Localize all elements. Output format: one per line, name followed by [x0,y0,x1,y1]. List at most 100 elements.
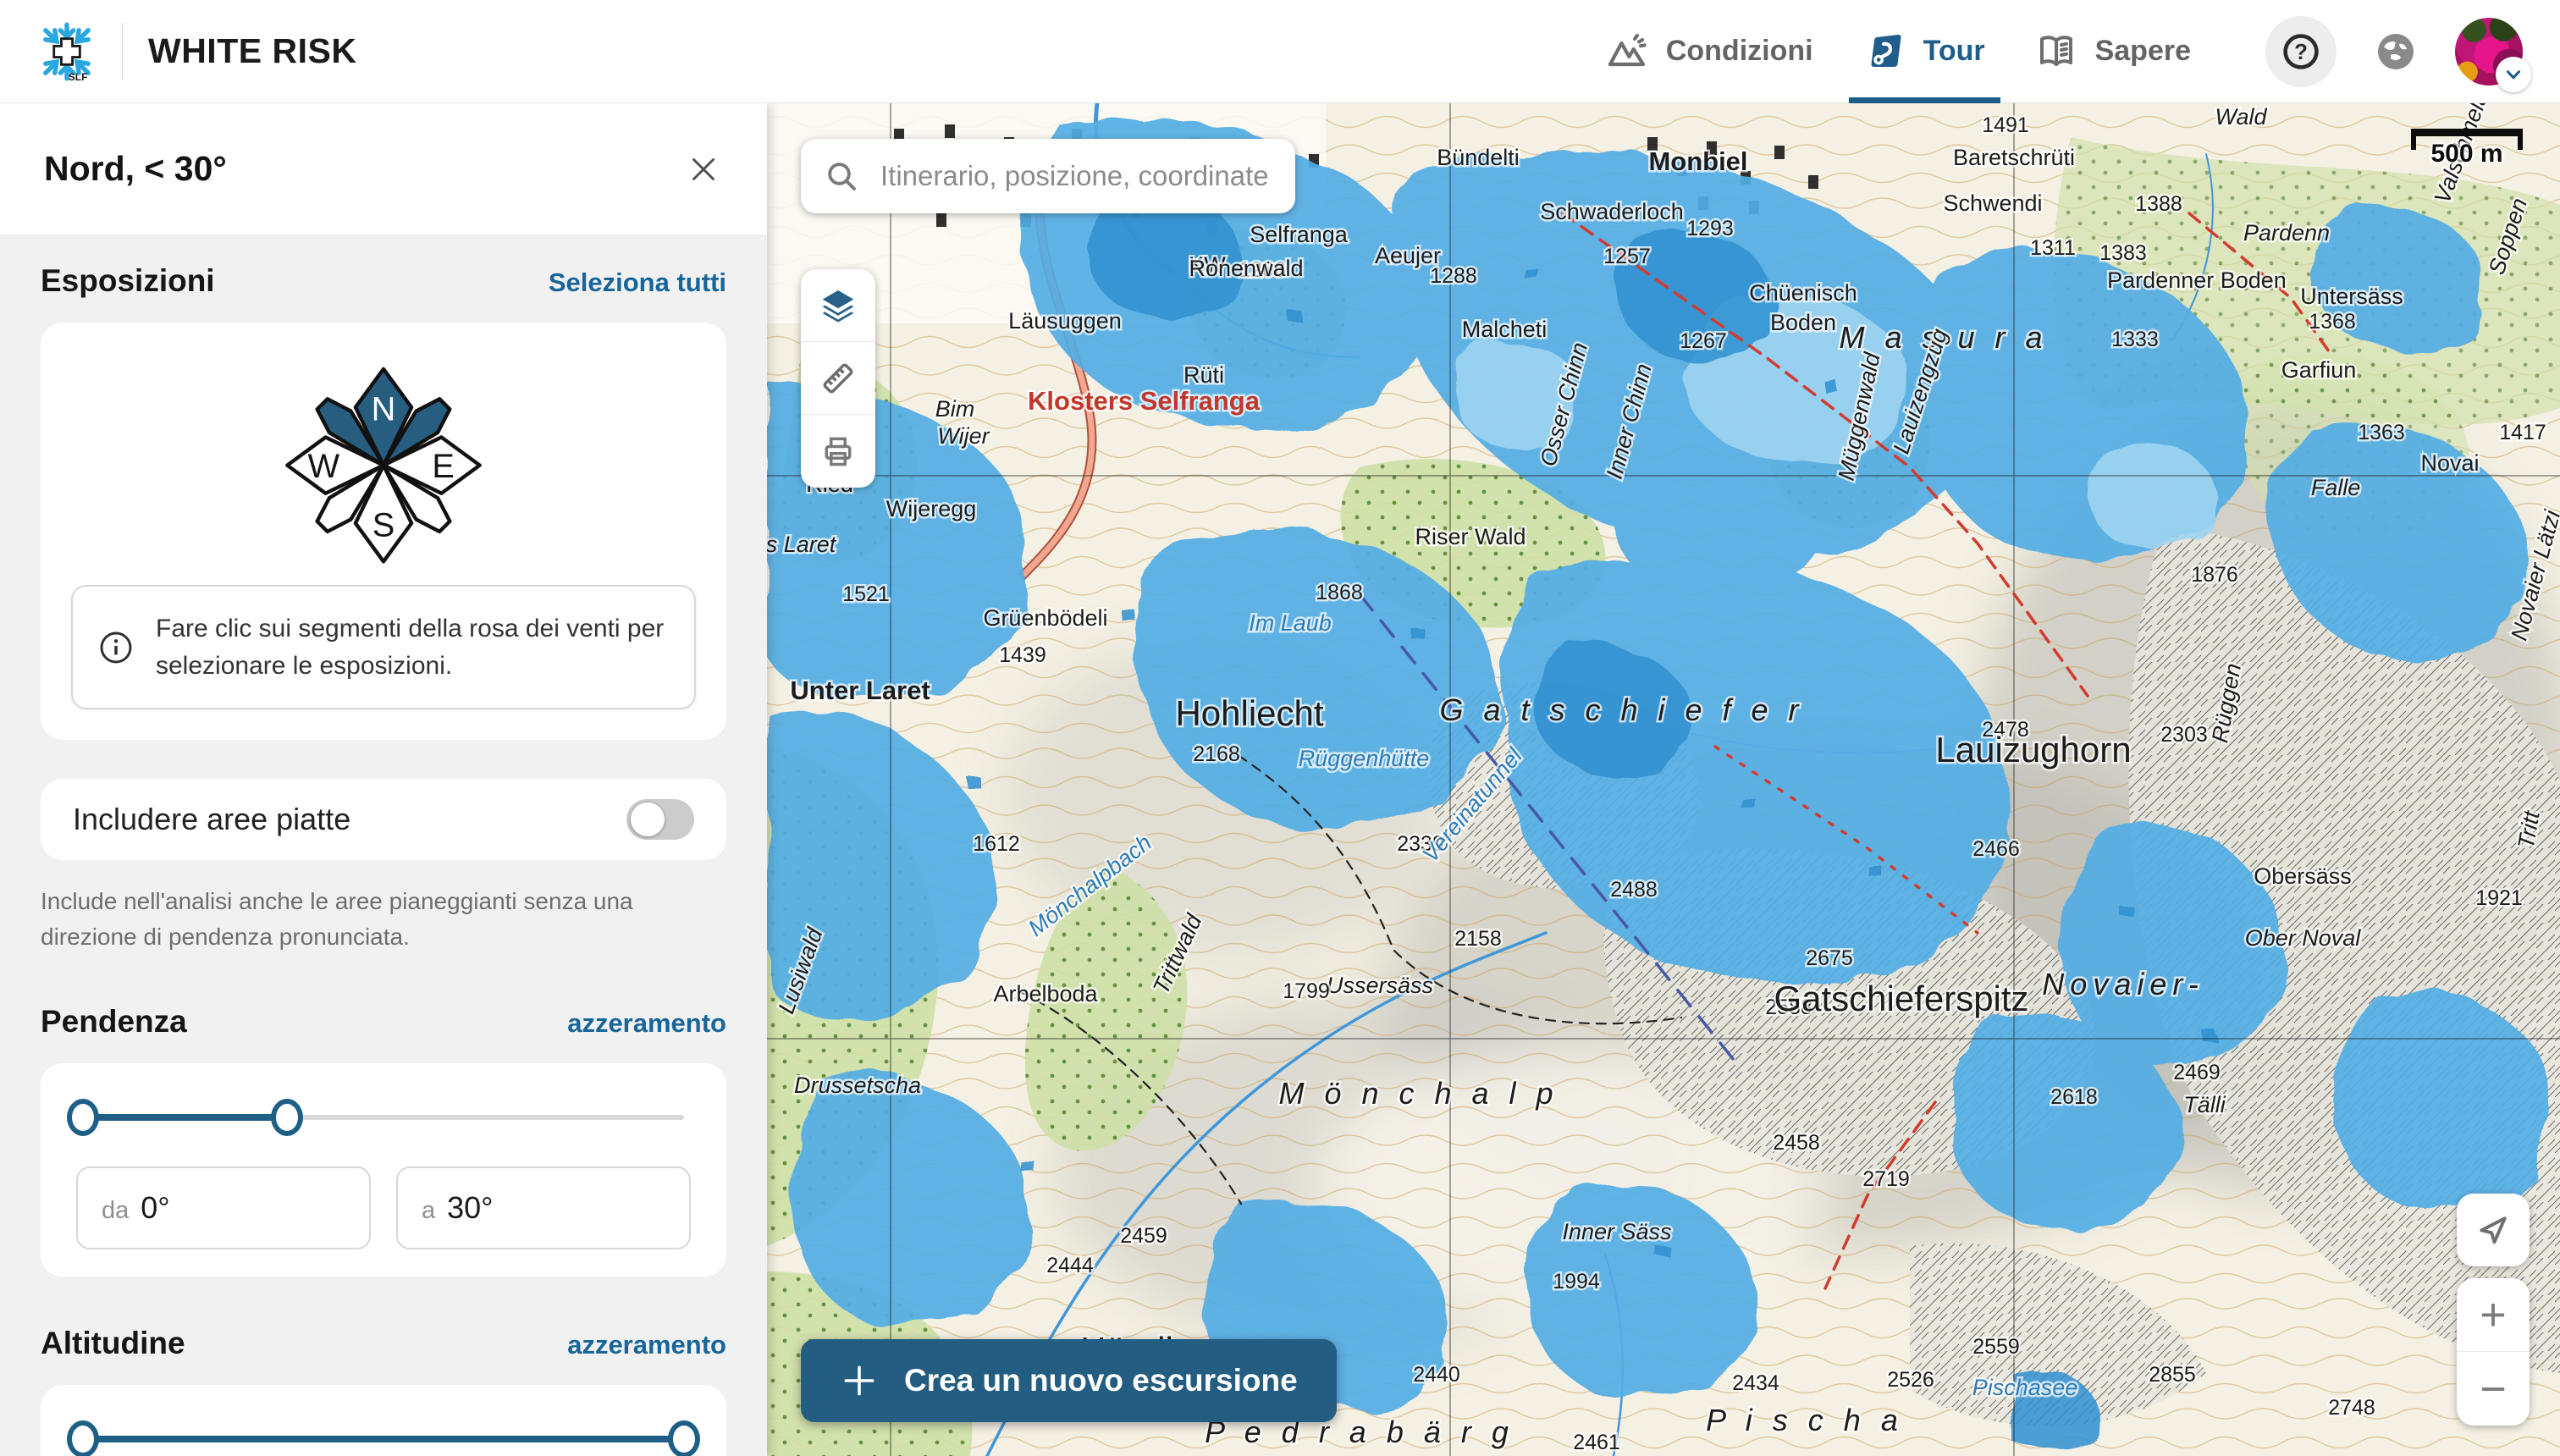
nav-tab-tour[interactable]: Tour [1839,0,2011,102]
map-label: Malcheti [1462,317,1548,342]
map-label: Selfranga [1250,222,1349,247]
print-button[interactable] [801,415,875,488]
map-label: 2434 [1732,1371,1779,1395]
map-label: Unter Laret [790,676,930,705]
app-title: WHITE RISK [148,31,356,71]
globe-icon [2375,31,2416,72]
altitude-reset-link[interactable]: azzeramento [567,1330,726,1360]
map-label: 1799 [1283,979,1330,1003]
account-menu-badge[interactable] [2496,57,2531,92]
search-icon [825,159,858,193]
layers-button[interactable] [801,269,875,342]
field-prefix: da [102,1197,129,1225]
map-label: 2466 [1972,837,2020,861]
map-search-bar [801,139,1295,213]
map-label: Schwaderloch [1540,199,1684,224]
map-label: 1417 [2499,421,2546,444]
slope-reset-link[interactable]: azzeramento [567,1008,726,1039]
map-label: 2458 [1773,1131,1820,1155]
navigation-arrow-icon [2474,1211,2512,1249]
map-label: Obersäss [2254,863,2352,889]
close-panel-button[interactable] [684,150,723,189]
nav-label: Tour [1923,35,1985,68]
exposures-card: N E S W Fare clic sui segmenti della ros… [41,323,726,740]
avatar[interactable] [2455,18,2523,85]
zoom-controls: + − [2457,1278,2530,1426]
locate-button[interactable] [2457,1194,2530,1266]
map-label: 2559 [1972,1335,2020,1359]
route-icon [1864,31,1905,72]
map-canvas[interactable]: BündeltiMonbielBaretschrüti1491WaldSchwe… [767,103,2560,1456]
map-label: 2440 [1413,1363,1460,1387]
printer-icon [819,433,857,470]
slope-min-field[interactable]: da 0° [76,1166,371,1249]
filter-panel: Nord, < 30° Esposizioni Seleziona tutti [0,103,767,1456]
map-label: Inner Säss [1562,1219,1671,1244]
map-label: Novai [2420,450,2479,476]
altitude-min-handle[interactable] [67,1420,99,1456]
create-tour-button[interactable]: Crea un nuovo escursione [801,1339,1337,1422]
zoom-out-button[interactable]: − [2457,1352,2530,1426]
measure-button[interactable] [801,342,875,415]
map-label: 1994 [1553,1270,1600,1293]
mountain-icon [1607,31,1647,72]
map-label: 2459 [1120,1224,1167,1248]
map-label: 2168 [1193,742,1240,766]
logo[interactable]: SLF WHITE RISK [37,22,356,81]
map-label: Pischasee [1972,1375,2078,1400]
flat-areas-caption: Include nell'analisi anche le aree piane… [41,884,726,955]
altitude-card: da 0m a 5000m [41,1385,726,1456]
map-label: Pardenner Boden [2107,267,2287,293]
map-label: 2303 [2160,723,2208,747]
map-label: Gatschieferspitz [1774,979,2028,1018]
question-mark-icon: ? [2281,32,2320,71]
map-label: Garfiun [2281,357,2357,383]
map-label: M ö n c h a l p [1278,1076,1559,1111]
map-label: 2444 [1046,1254,1094,1277]
rose-label-n: N [372,391,396,428]
map-label: 1491 [1982,113,2029,137]
search-input[interactable] [879,159,1272,193]
map-label: s Laret [767,532,837,557]
map-label: 2855 [2149,1363,2196,1387]
map-label: 2675 [1806,946,1853,970]
map-label: Grüenbödeli [983,605,1107,631]
map-label: Untersäss [2300,284,2403,309]
map-label: Lauizughorn [1935,730,2131,769]
rose-info-text: Fare clic sui segmenti della rosa dei ve… [156,610,669,684]
layers-icon [819,287,857,324]
field-value: 30° [447,1190,493,1226]
rose-label-w: W [308,448,340,485]
map-label: 2719 [1862,1167,1910,1191]
map-label: 1311 [2030,236,2076,260]
select-all-link[interactable]: Seleziona tutti [549,267,726,298]
altitude-max-handle[interactable] [668,1420,700,1456]
ruler-icon [819,360,857,397]
map-label: Läusuggen [1008,308,1122,334]
map-label: 2526 [1887,1368,1934,1392]
map-label: Schwendi [1943,190,2042,216]
map-label: Boden [1770,310,1836,335]
slope-max-field[interactable]: a 30° [396,1166,691,1249]
altitude-heading: Altitudine [41,1326,185,1361]
map-label: Falle [2311,475,2361,500]
field-value: 0° [141,1190,169,1226]
svg-text:?: ? [2294,40,2308,63]
zoom-in-button[interactable]: + [2457,1278,2530,1352]
slope-min-handle[interactable] [67,1099,99,1136]
language-button[interactable] [2375,31,2416,72]
slope-max-handle[interactable] [271,1099,303,1136]
map-label: 1521 [842,582,890,606]
nav-tab-condizioni[interactable]: Condizioni [1581,0,1839,102]
flat-areas-toggle[interactable] [626,799,694,840]
flat-areas-label: Includere aree piatte [73,802,350,837]
main-nav: Condizioni Tour Sapere [1581,0,2216,102]
field-prefix: a [422,1197,435,1225]
map-label: Tälli [2183,1092,2226,1117]
nav-tab-sapere[interactable]: Sapere [2011,0,2216,102]
map-label: 1439 [999,643,1046,667]
flat-areas-card: Includere aree piatte [41,779,726,860]
chevron-down-icon [2502,63,2524,85]
map-label: Novaier- [2042,967,2204,1001]
help-button[interactable]: ? [2265,16,2337,87]
